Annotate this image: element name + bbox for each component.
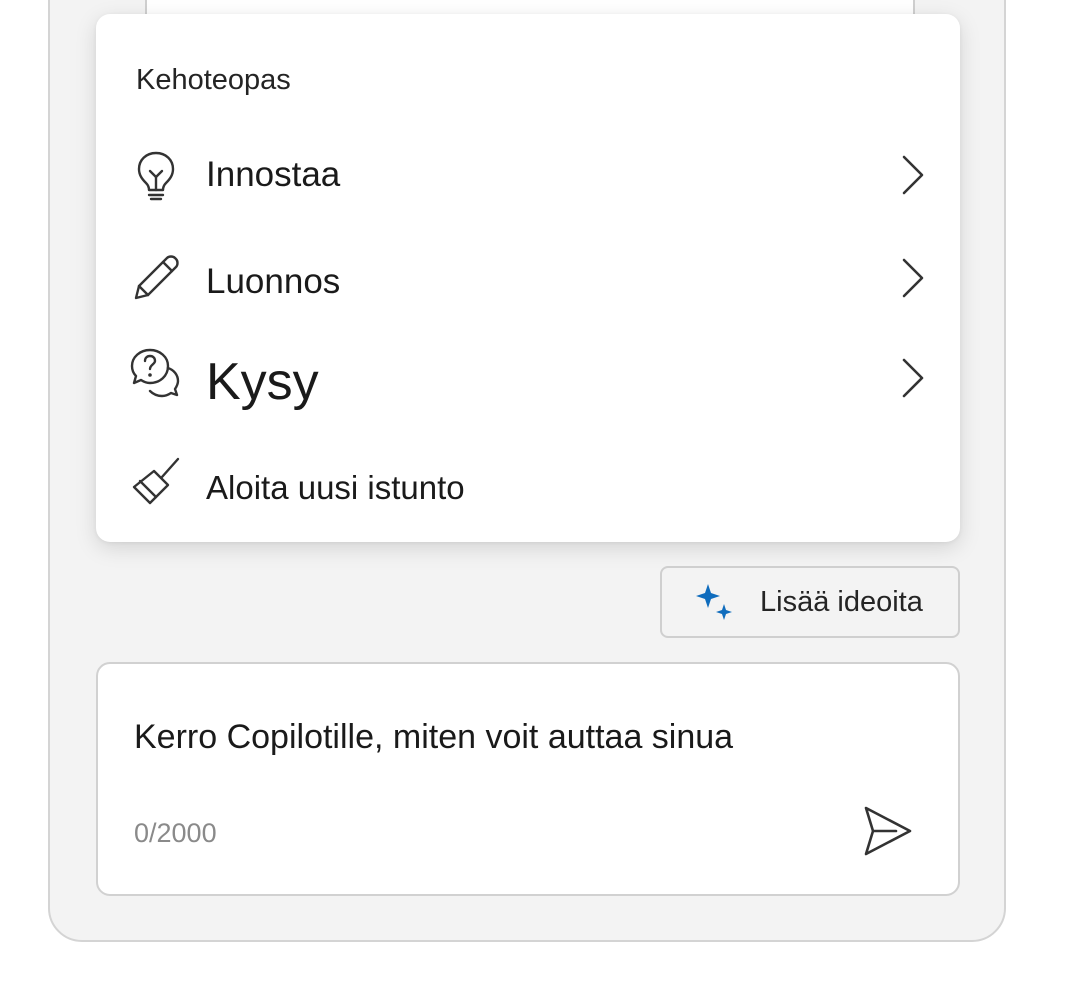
menu-item-label: Innostaa [206, 155, 341, 194]
chat-composer[interactable]: Kerro Copilotille, miten voit auttaa sin… [96, 662, 960, 896]
more-ideas-label: Lisää ideoita [760, 586, 923, 618]
menu-item-luonnos[interactable]: Luonnos [96, 234, 960, 324]
character-counter: 0/2000 [134, 818, 217, 848]
menu-item-label: Luonnos [206, 262, 341, 301]
composer-input[interactable]: Kerro Copilotille, miten voit auttaa sin… [134, 718, 733, 757]
menu-item-innostaa[interactable]: Innostaa [96, 129, 960, 219]
lightbulb-icon [128, 147, 184, 203]
broom-icon [128, 455, 184, 511]
question-chat-icon [128, 346, 184, 402]
chevron-right-icon [896, 256, 928, 300]
send-icon[interactable] [860, 804, 914, 858]
chevron-right-icon [896, 356, 928, 400]
menu-item-label: Kysy [206, 353, 319, 411]
prompt-guide-menu: Kehoteopas Innostaa Luonnos Kysy Aloita … [96, 14, 960, 542]
pencil-icon [128, 250, 184, 306]
menu-item-label: Aloita uusi istunto [206, 469, 465, 506]
chevron-right-icon [896, 153, 928, 197]
sparkle-icon [694, 582, 736, 624]
menu-item-kysy[interactable]: Kysy [96, 334, 960, 424]
menu-title: Kehoteopas [136, 64, 291, 96]
more-ideas-button[interactable]: Lisää ideoita [660, 566, 960, 638]
menu-item-new-session[interactable]: Aloita uusi istunto [96, 439, 960, 529]
